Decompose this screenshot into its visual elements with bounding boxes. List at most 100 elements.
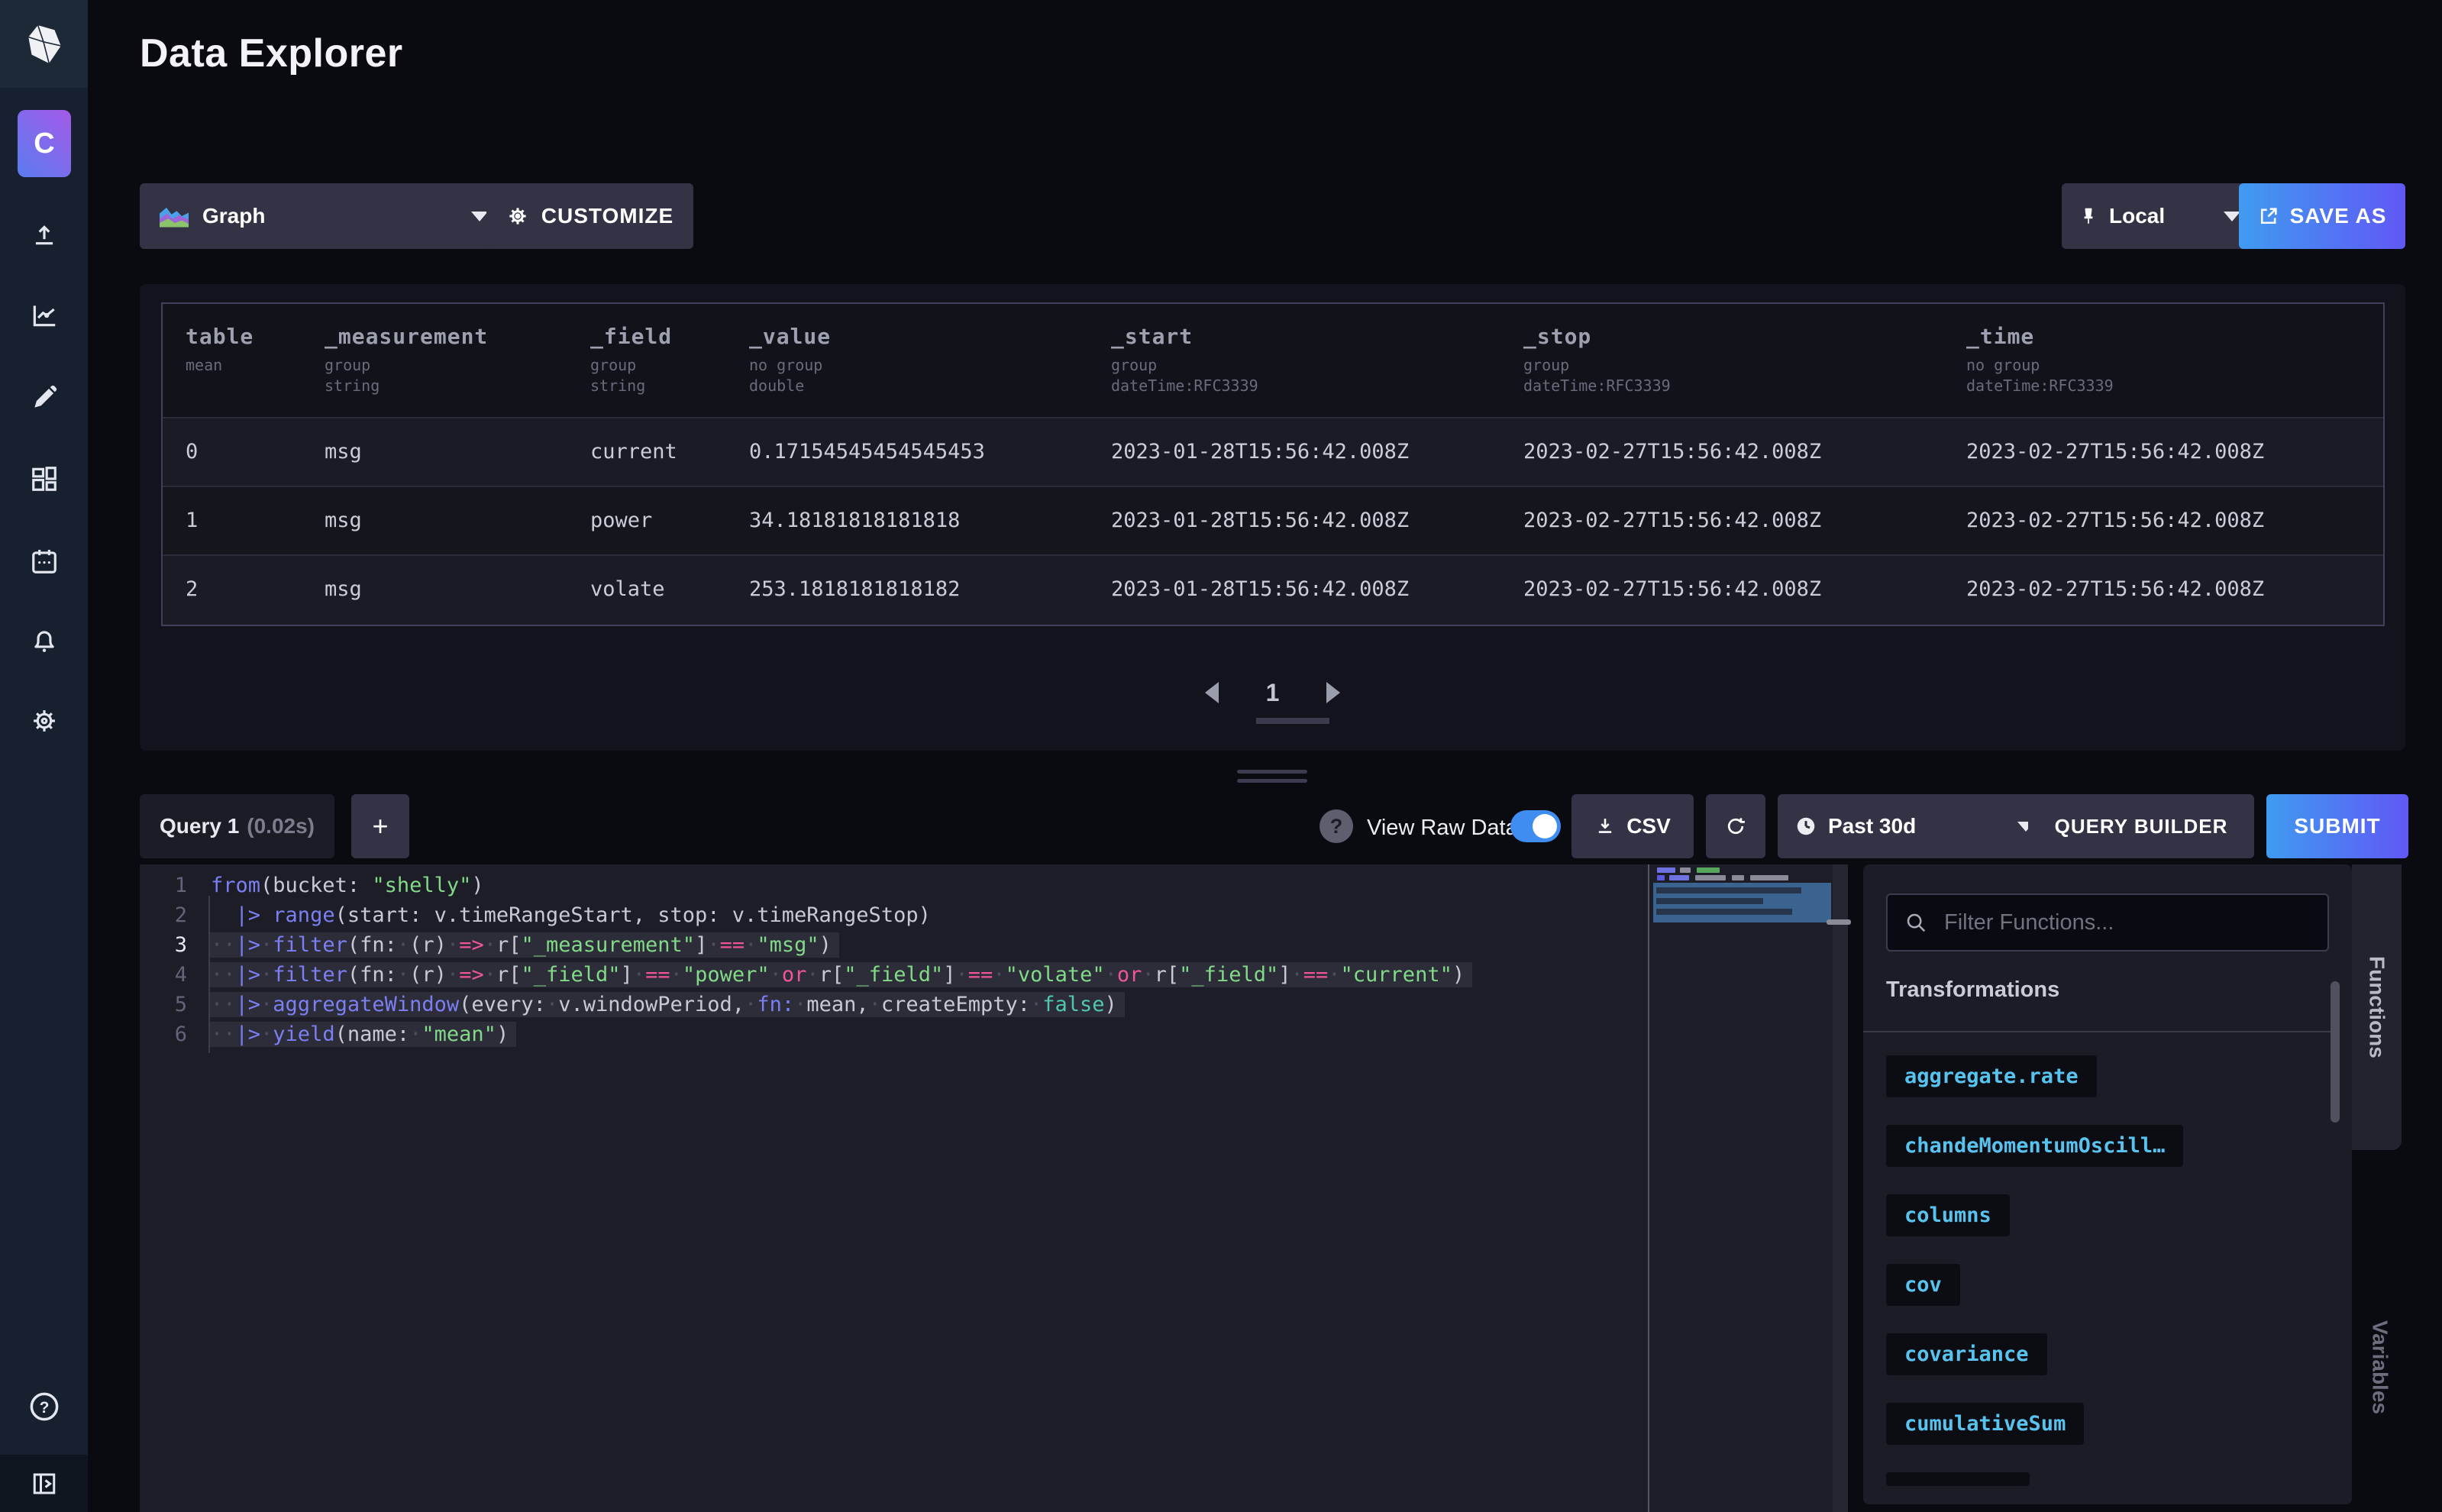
function-item-covariance[interactable]: covariance bbox=[1886, 1333, 2047, 1375]
table-cell: 253.1818181818182 bbox=[749, 577, 960, 601]
submit-button[interactable]: SUBMIT bbox=[2266, 794, 2408, 858]
save-as-button[interactable]: SAVE AS bbox=[2239, 183, 2405, 249]
function-item-cumulativeSum[interactable]: cumulativeSum bbox=[1886, 1403, 2084, 1445]
editor-scrollbar[interactable] bbox=[1833, 864, 1848, 1512]
download-csv-button[interactable]: CSV bbox=[1571, 794, 1694, 858]
current-page-number[interactable]: 1 bbox=[1266, 679, 1280, 707]
table-cell: 2 bbox=[186, 577, 198, 601]
code-line: from(bucket: "shelly") bbox=[209, 873, 492, 898]
functions-list: aggregate.rate chandeMomentumOscill… colum… bbox=[1886, 1055, 2183, 1486]
code-line: ··|>·filter(fn:·(r)·=>·r["_field"]·==·"p… bbox=[209, 962, 1472, 987]
code-line: |> range(start: v.timeRangeStart, stop: … bbox=[209, 903, 938, 928]
line-number: 4 bbox=[140, 963, 187, 987]
csv-label: CSV bbox=[1626, 814, 1671, 838]
customize-button[interactable]: CUSTOMIZE bbox=[486, 183, 693, 249]
gear-icon bbox=[506, 205, 529, 228]
tab-functions[interactable]: Functions bbox=[2352, 864, 2402, 1150]
line-number: 3 bbox=[140, 933, 187, 957]
column-header-_value: _valueno groupdouble bbox=[749, 324, 831, 396]
editor-minimap[interactable] bbox=[1653, 864, 1831, 1512]
filter-functions-input[interactable] bbox=[1943, 909, 2311, 936]
view-raw-data-toggle[interactable] bbox=[1510, 810, 1561, 842]
table-cell: 2023-02-27T15:56:42.008Z bbox=[1523, 440, 1821, 464]
view-raw-data-help-icon[interactable]: ? bbox=[1320, 809, 1353, 843]
sidebar-item-dashboards[interactable] bbox=[0, 456, 88, 502]
sidebar-footer bbox=[0, 1455, 88, 1512]
table-cell: 2023-02-27T15:56:42.008Z bbox=[1966, 509, 2264, 532]
download-icon bbox=[1594, 816, 1616, 837]
page-title: Data Explorer bbox=[140, 31, 403, 76]
sidebar-item-help[interactable]: ? bbox=[0, 1384, 88, 1430]
refresh-button[interactable] bbox=[1706, 794, 1765, 858]
filter-functions-searchbox[interactable] bbox=[1886, 893, 2329, 951]
avatar[interactable]: C bbox=[18, 110, 71, 177]
function-item-partial[interactable] bbox=[1886, 1472, 2030, 1486]
sidebar-item-alerts[interactable] bbox=[0, 618, 88, 664]
flux-code-editor[interactable]: 1from(bucket: "shelly")2 |> range(start:… bbox=[140, 864, 1848, 1512]
chevron-down-icon bbox=[471, 212, 488, 221]
column-header-_stop: _stopgroupdateTime:RFC3339 bbox=[1523, 324, 1671, 396]
table-cell: 2023-02-27T15:56:42.008Z bbox=[1523, 577, 1821, 601]
column-header-_time: _timeno groupdateTime:RFC3339 bbox=[1966, 324, 2114, 396]
clock-icon bbox=[1794, 815, 1817, 838]
tab-variables[interactable]: Variables bbox=[2358, 1298, 2402, 1436]
code-line: ··|>·filter(fn:·(r)·=>·r["_measurement"]… bbox=[209, 932, 839, 958]
customize-label: CUSTOMIZE bbox=[541, 204, 673, 228]
table-pagination: 1 bbox=[140, 666, 2405, 719]
svg-text:?: ? bbox=[39, 1399, 49, 1417]
query-tab[interactable]: Query 1 (0.02s) bbox=[140, 794, 334, 858]
line-number: 6 bbox=[140, 1023, 187, 1046]
table-cell: msg bbox=[325, 440, 362, 464]
toggle-knob bbox=[1533, 814, 1557, 838]
sidebar-expand-toggle[interactable] bbox=[0, 1461, 88, 1507]
local-time-dropdown[interactable]: Local bbox=[2062, 183, 2257, 249]
influxdb-logo[interactable] bbox=[0, 0, 88, 88]
function-item-cov[interactable]: cov bbox=[1886, 1264, 1960, 1306]
sidebar-item-tasks[interactable] bbox=[0, 538, 88, 584]
query-builder-button[interactable]: QUERY BUILDER bbox=[2028, 794, 2254, 858]
local-select-label: Local bbox=[2109, 204, 2165, 228]
function-item-chandeMomentumOscill[interactable]: chandeMomentumOscill… bbox=[1886, 1125, 2183, 1167]
table-cell: 2023-01-28T15:56:42.008Z bbox=[1111, 577, 1409, 601]
table-cell: msg bbox=[325, 509, 362, 532]
table-cell: 2023-01-28T15:56:42.008Z bbox=[1111, 440, 1409, 464]
raw-data-panel: tablemean_measurementgroupstring_fieldgr… bbox=[140, 284, 2405, 751]
sidebar: C bbox=[0, 0, 88, 1512]
panel-resize-handle[interactable] bbox=[1237, 770, 1307, 785]
time-range-dropdown[interactable]: Past 30d bbox=[1778, 794, 2051, 858]
expand-panel-icon bbox=[31, 1470, 58, 1497]
table-cell: 2023-02-27T15:56:42.008Z bbox=[1966, 577, 2264, 601]
query-tab-label: Query 1 bbox=[160, 814, 239, 838]
visualization-type-dropdown[interactable]: Graph bbox=[140, 183, 508, 249]
functions-panel-resize-handle[interactable] bbox=[1827, 919, 1851, 925]
sidebar-item-load-data[interactable] bbox=[0, 214, 88, 260]
table-cell: volate bbox=[590, 577, 665, 601]
table-row: 1msgpower34.181818181818182023-01-28T15:… bbox=[163, 486, 2383, 556]
functions-scrollbar[interactable] bbox=[2331, 981, 2340, 1123]
table-cell: 2023-02-27T15:56:42.008Z bbox=[1523, 509, 1821, 532]
export-icon bbox=[2258, 205, 2279, 227]
add-query-button[interactable]: + bbox=[351, 794, 409, 858]
transformations-section-label: Transformations bbox=[1886, 977, 2059, 1003]
column-header-_field: _fieldgroupstring bbox=[590, 324, 672, 396]
graph-type-icon bbox=[160, 205, 189, 228]
previous-page-button[interactable] bbox=[1205, 682, 1219, 703]
sidebar-item-data-explorer[interactable] bbox=[0, 292, 88, 338]
line-chart-icon bbox=[30, 301, 59, 330]
functions-panel: Transformations aggregate.rate chandeMome… bbox=[1863, 864, 2352, 1504]
line-number: 2 bbox=[140, 903, 187, 927]
table-cell: 1 bbox=[186, 509, 198, 532]
table-cell: 2023-02-27T15:56:42.008Z bbox=[1966, 440, 2264, 464]
minimap-selection bbox=[1653, 883, 1831, 922]
sidebar-item-notebooks[interactable] bbox=[0, 375, 88, 421]
code-line: ··|>·aggregateWindow(every:·v.windowPeri… bbox=[209, 992, 1125, 1017]
table-cell: current bbox=[590, 440, 677, 464]
next-page-button[interactable] bbox=[1326, 682, 1340, 703]
raw-data-table: tablemean_measurementgroupstring_fieldgr… bbox=[161, 302, 2385, 626]
function-item-aggregate.rate[interactable]: aggregate.rate bbox=[1886, 1055, 2097, 1097]
function-item-columns[interactable]: columns bbox=[1886, 1194, 2010, 1236]
search-icon bbox=[1904, 911, 1927, 934]
table-cell: 2023-01-28T15:56:42.008Z bbox=[1111, 509, 1409, 532]
sidebar-item-settings[interactable] bbox=[0, 698, 88, 744]
dashboard-icon bbox=[30, 464, 59, 493]
